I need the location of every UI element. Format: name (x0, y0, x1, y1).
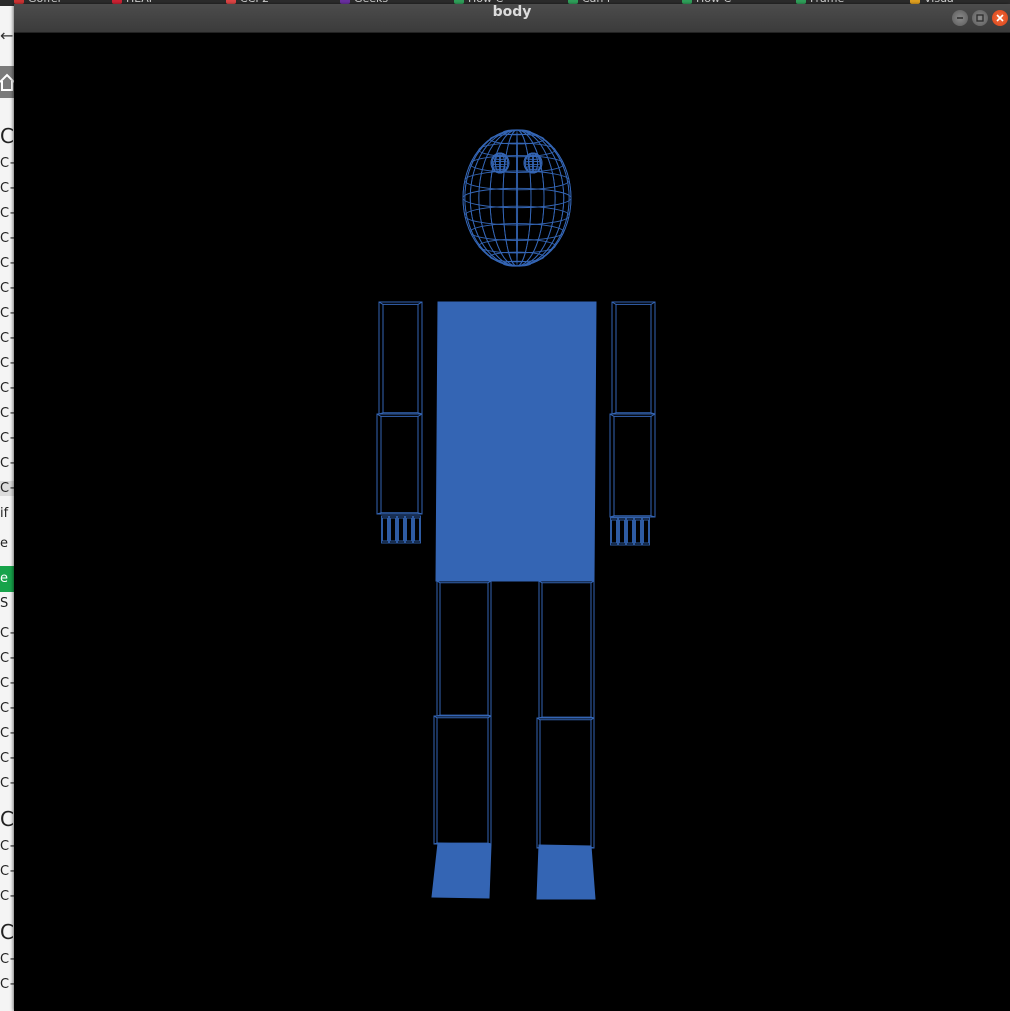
background-sidebar-item[interactable]: C+ (0, 406, 14, 421)
background-sidebar-item[interactable]: S (0, 596, 8, 611)
opengl-viewport[interactable] (14, 33, 1010, 1011)
title-bar[interactable]: body (14, 4, 1010, 33)
background-sidebar-item[interactable]: C+ (0, 626, 14, 641)
back-arrow-icon[interactable]: ← (0, 26, 14, 52)
background-sidebar-item[interactable]: C+ (0, 864, 14, 879)
background-sidebar-item[interactable]: e (0, 566, 14, 592)
background-page: ← C C+ C+ C+ C+ C+ C+ C+ C+ C+ C+ C+ C+ C+ C+ if e e S… (0, 6, 14, 1011)
background-sidebar-item[interactable]: C+ (0, 256, 14, 271)
torso-group (435, 301, 597, 582)
background-sidebar-item[interactable]: C+ (0, 839, 14, 854)
close-button[interactable] (992, 10, 1008, 26)
background-sidebar-item[interactable]: C+ (0, 726, 14, 741)
background-sidebar-item[interactable]: C+ (0, 751, 14, 766)
background-sidebar-item[interactable]: C+ (0, 889, 14, 904)
background-sidebar-item[interactable]: C+ (0, 331, 14, 346)
background-sidebar-item[interactable]: C+ (0, 306, 14, 321)
background-sidebar-item[interactable]: C+ (0, 456, 14, 471)
background-sidebar-item[interactable]: C+ (0, 181, 14, 196)
background-sidebar-item[interactable]: C+ (0, 356, 14, 371)
background-sidebar-item[interactable]: C+ (0, 701, 14, 716)
background-sidebar-item[interactable]: C+ (0, 977, 14, 992)
minimize-icon (957, 17, 963, 19)
background-sidebar-item[interactable]: C (0, 124, 14, 148)
background-sidebar-item[interactable]: C+ (0, 156, 14, 171)
background-sidebar-item[interactable]: C+ (0, 381, 14, 396)
background-sidebar-item[interactable]: C+ (0, 651, 14, 666)
left-foot-mesh (431, 842, 492, 899)
background-sidebar-item[interactable]: e (0, 536, 8, 551)
background-sidebar-item[interactable]: C+ (0, 676, 14, 691)
background-sidebar-item[interactable]: if (0, 506, 8, 521)
background-sidebar-item[interactable]: C+ (0, 281, 14, 296)
maximize-button[interactable] (972, 10, 988, 26)
right-foot-mesh (536, 844, 596, 900)
background-sidebar-item[interactable]: C+ (0, 481, 14, 496)
background-sidebar-item[interactable]: C+ (0, 206, 14, 221)
background-sidebar-item[interactable]: C (0, 920, 14, 944)
window-title: body (492, 4, 532, 20)
torso-mesh (435, 301, 597, 582)
background-sidebar-item[interactable]: C (0, 807, 14, 831)
app-window: body (14, 4, 1010, 1011)
home-button[interactable] (0, 66, 14, 98)
background-sidebar-item[interactable]: C+ (0, 231, 14, 246)
close-icon (996, 14, 1004, 22)
background-sidebar-item[interactable]: C+ (0, 431, 14, 446)
background-sidebar-item[interactable]: C+ (0, 776, 14, 791)
maximize-icon (976, 14, 984, 22)
minimize-button[interactable] (952, 10, 968, 26)
background-sidebar-item[interactable]: C+ (0, 952, 14, 967)
home-icon (0, 73, 14, 91)
